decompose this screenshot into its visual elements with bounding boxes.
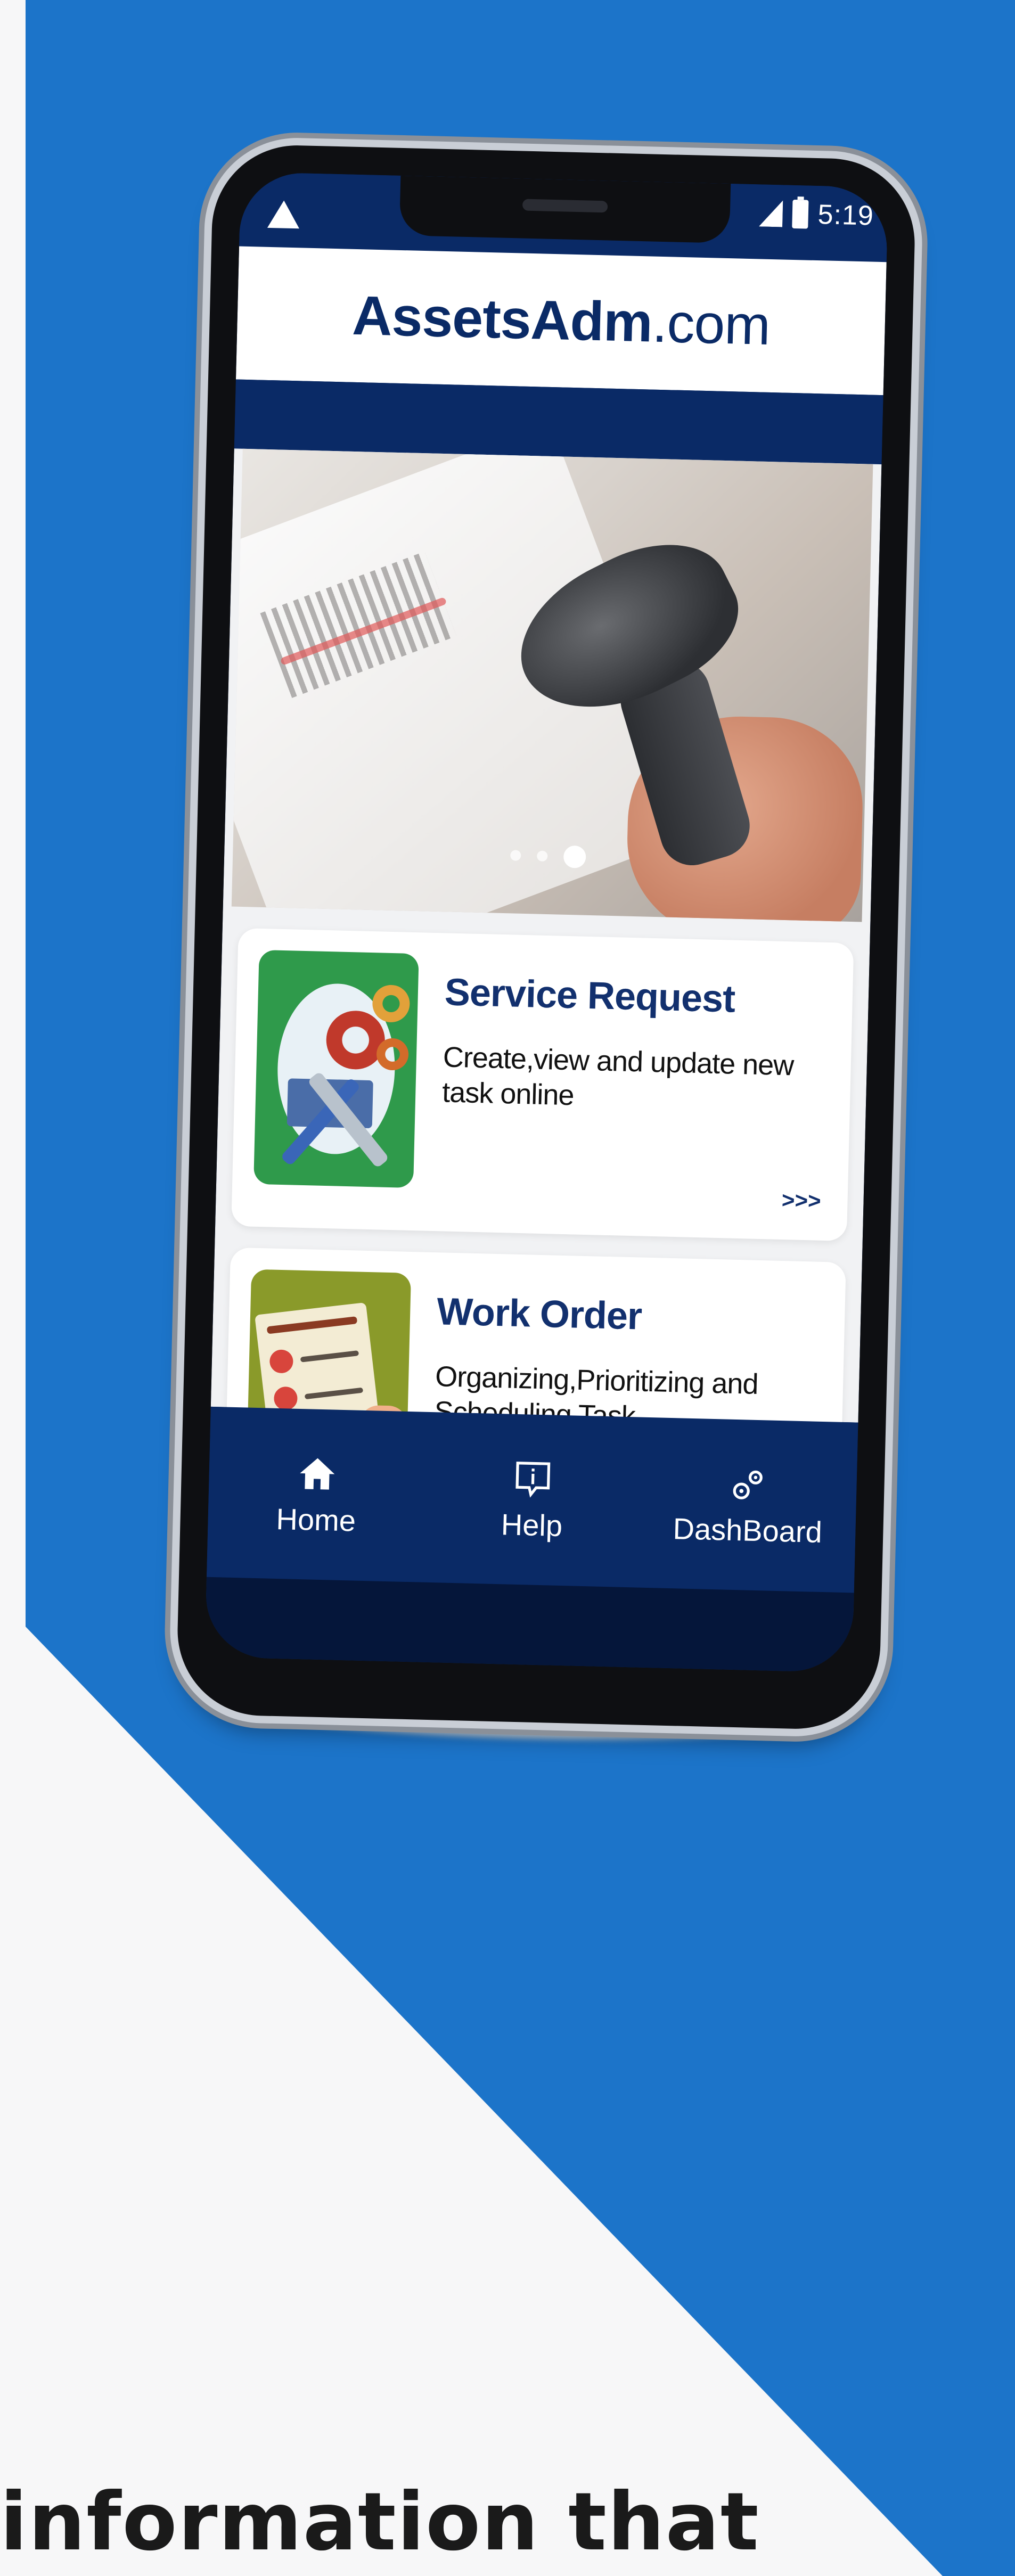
- phone-notch: [399, 175, 731, 244]
- nav-label-home: Home: [275, 1502, 356, 1538]
- home-icon: [296, 1451, 339, 1495]
- image-carousel[interactable]: [231, 448, 873, 922]
- promo-caption: information that: [0, 2476, 760, 2569]
- home-content: Service Request Create,view and update n…: [210, 448, 882, 1539]
- app-header: AssetsAdm.com: [235, 246, 887, 396]
- phone-screen: 5:19 AssetsAdm.com Service Request Creat…: [204, 171, 889, 1673]
- nav-label-dashboard: DashBoard: [672, 1511, 823, 1549]
- speaker-grille: [522, 199, 608, 213]
- phone-mockup: 5:19 AssetsAdm.com Service Request Creat…: [175, 143, 917, 1754]
- checklist-header-line: [266, 1316, 358, 1334]
- battery-charging-icon: [791, 199, 809, 229]
- card-title: Work Order: [436, 1290, 642, 1338]
- app-logo[interactable]: AssetsAdm.com: [351, 284, 771, 357]
- phone-chin: [204, 1577, 854, 1673]
- phone-body: 5:19 AssetsAdm.com Service Request Creat…: [175, 143, 917, 1731]
- bottom-navigation: Home Help DashBoard: [206, 1406, 858, 1593]
- check-icon: [273, 1385, 299, 1412]
- logo-brand: AssetsAdm: [351, 284, 653, 354]
- carousel-dot[interactable]: [510, 850, 521, 861]
- service-tools-icon: [253, 949, 419, 1188]
- gears-icon: [727, 1462, 771, 1506]
- nav-item-dashboard[interactable]: DashBoard: [667, 1461, 829, 1549]
- nav-label-help: Help: [501, 1507, 563, 1543]
- card-description: Create,view and update new task online: [441, 1041, 794, 1112]
- status-right-group: 5:19: [759, 197, 874, 232]
- carousel-dot-active[interactable]: [563, 845, 586, 868]
- service-request-card[interactable]: Service Request Create,view and update n…: [231, 928, 854, 1241]
- checklist-line: [300, 1350, 359, 1363]
- nav-item-home[interactable]: Home: [236, 1450, 398, 1539]
- help-info-icon: [511, 1457, 555, 1500]
- warning-icon: [267, 200, 300, 229]
- nav-item-help[interactable]: Help: [452, 1456, 613, 1544]
- carousel-dot[interactable]: [537, 850, 548, 862]
- gear-icon: [372, 985, 411, 1023]
- logo-domain: .com: [651, 292, 771, 357]
- status-time: 5:19: [817, 199, 874, 232]
- gear-icon: [376, 1038, 409, 1071]
- check-icon: [268, 1348, 294, 1375]
- signal-icon: [759, 200, 783, 227]
- checklist-line: [304, 1387, 364, 1400]
- card-more-link[interactable]: >>>: [781, 1187, 821, 1214]
- card-title: Service Request: [444, 971, 736, 1021]
